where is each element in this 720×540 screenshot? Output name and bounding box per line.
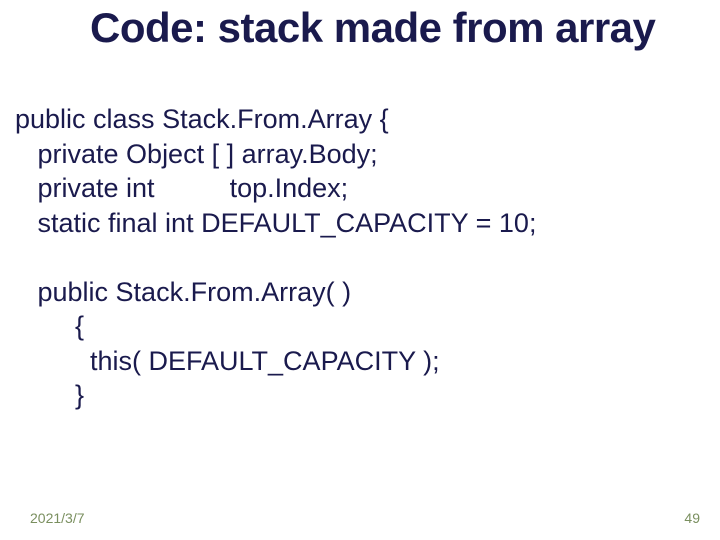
code-line: public class Stack.From.Array { (15, 104, 389, 134)
code-line: { (15, 311, 84, 341)
code-line: } (15, 380, 84, 410)
code-line: private Object [ ] array.Body; (15, 139, 378, 169)
footer-date: 2021/3/7 (30, 510, 85, 526)
footer-page-number: 49 (684, 510, 700, 526)
code-line: public Stack.From.Array( ) (15, 277, 351, 307)
slide-title: Code: stack made from array (90, 6, 655, 50)
code-line: private int top.Index; (15, 173, 348, 203)
code-line: static final int DEFAULT_CAPACITY = 10; (15, 208, 536, 238)
code-block: public class Stack.From.Array { private … (15, 102, 536, 413)
code-line: this( DEFAULT_CAPACITY ); (15, 346, 440, 376)
